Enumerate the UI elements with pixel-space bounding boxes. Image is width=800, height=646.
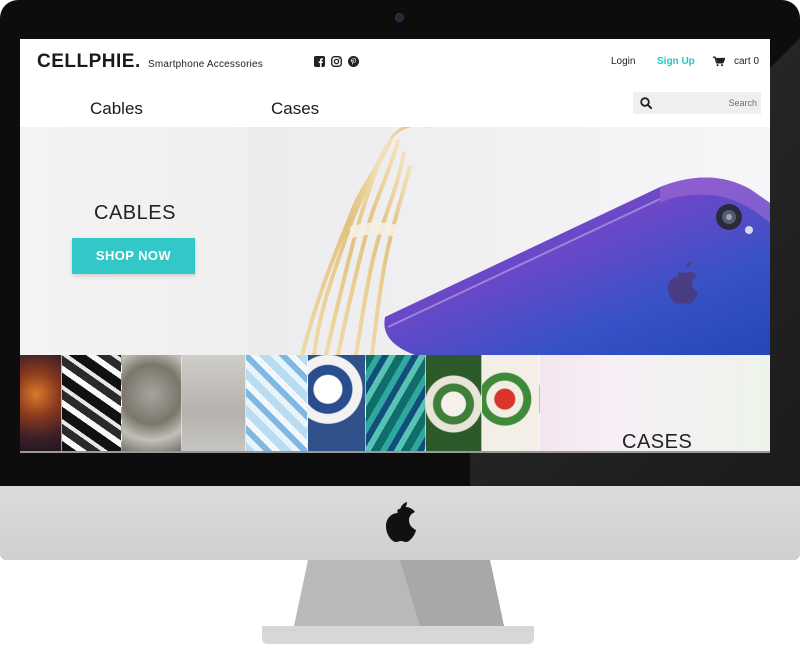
nav-item-cases[interactable]: Cases <box>271 99 319 119</box>
screen-bottom-edge <box>20 451 770 453</box>
apple-logo-icon <box>386 502 416 542</box>
search-icon[interactable] <box>640 97 652 109</box>
pinterest-icon[interactable] <box>348 56 359 67</box>
signup-link[interactable]: Sign Up <box>657 56 695 67</box>
camera-icon <box>396 14 403 21</box>
case-image <box>308 355 366 453</box>
login-link[interactable]: Login <box>611 56 635 67</box>
cases-title: CASES <box>622 431 693 453</box>
case-image <box>20 355 62 453</box>
case-image <box>182 355 246 453</box>
facebook-icon[interactable] <box>314 56 325 67</box>
hero-banner-cables[interactable]: CABLES SHOP NOW <box>20 127 770 355</box>
case-image <box>122 355 182 453</box>
case-image <box>246 355 308 453</box>
hero-title: CABLES <box>94 202 176 224</box>
site-tagline: Smartphone Accessories <box>148 59 264 70</box>
cart-icon[interactable] <box>713 56 725 67</box>
case-image <box>62 355 122 453</box>
shop-now-button[interactable]: SHOP NOW <box>72 238 195 274</box>
website-screen: CELLPHIE. Smartphone Accessories Login S… <box>20 39 770 453</box>
case-image <box>482 355 540 453</box>
nav-item-cables[interactable]: Cables <box>90 99 143 119</box>
instagram-icon[interactable] <box>331 56 342 67</box>
cart-link[interactable]: cart 0 <box>734 56 759 67</box>
case-image <box>366 355 426 453</box>
site-header: CELLPHIE. Smartphone Accessories Login S… <box>20 39 770 127</box>
case-image <box>426 355 482 453</box>
social-links <box>314 56 359 67</box>
site-logo[interactable]: CELLPHIE. <box>37 51 141 73</box>
search-input[interactable] <box>660 92 757 114</box>
monitor-stand <box>262 560 534 644</box>
